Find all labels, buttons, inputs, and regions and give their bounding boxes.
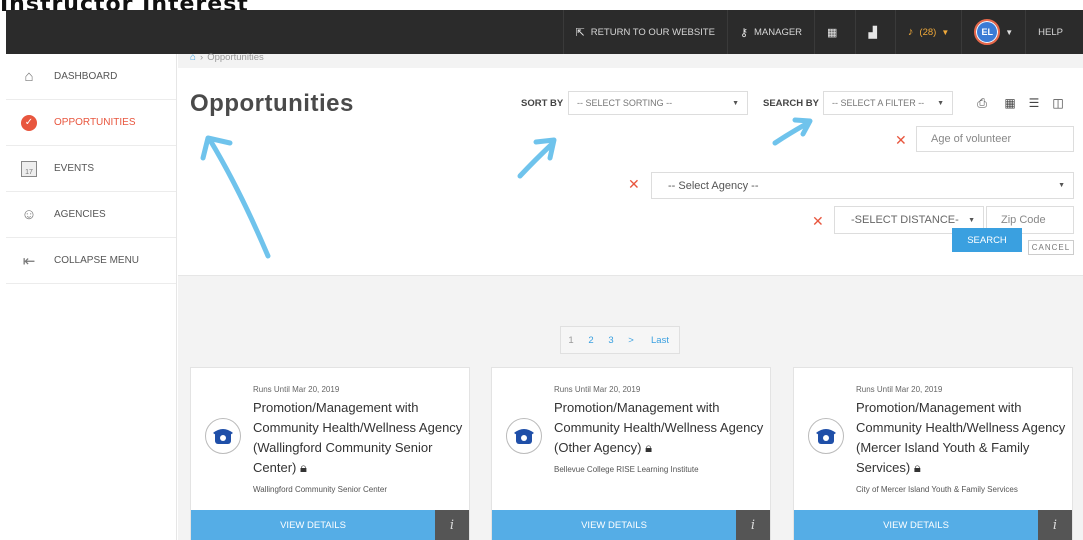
- external-link-icon: ⇱: [575, 26, 585, 39]
- calendar-icon: ▦: [827, 26, 838, 39]
- search-by-label: Search By: [763, 98, 819, 109]
- view-details-button[interactable]: View Details: [492, 510, 736, 540]
- chevron-down-icon: ▼: [732, 99, 739, 107]
- lock-icon: 🔒︎: [913, 460, 921, 475]
- agencies-icon: ☺: [21, 206, 37, 223]
- help-label: Help: [1038, 26, 1063, 38]
- card-date: Runs Until Mar 20, 2019: [253, 385, 340, 394]
- sidebar-item-collapse[interactable]: ⇤ Collapse Menu: [6, 238, 176, 284]
- breadcrumb-separator: ›: [200, 52, 204, 63]
- print-icon[interactable]: ⎙: [972, 93, 992, 113]
- card-footer: View Details i: [794, 510, 1072, 540]
- sidebar-item-label: Agencies: [54, 209, 106, 220]
- lock-icon: 🔒︎: [299, 460, 307, 475]
- opportunity-card[interactable]: Runs Until Mar 20, 2019 Promotion/Manage…: [190, 367, 470, 540]
- manager-label: Manager: [754, 26, 803, 38]
- home-icon[interactable]: ⌂: [190, 52, 196, 63]
- card-title[interactable]: Promotion/Management with Community Heal…: [554, 398, 764, 458]
- sidebar-item-label: Dashboard: [54, 71, 118, 82]
- pagination: 1 2 3 > Last: [560, 326, 680, 354]
- chevron-down-icon: ▼: [1005, 27, 1014, 37]
- clear-agency-icon[interactable]: ✕: [628, 176, 640, 193]
- check-circle-icon: ✓: [18, 114, 40, 132]
- agency-select[interactable]: -- Select Agency -- ▼: [651, 172, 1074, 199]
- chevron-down-icon: ▼: [968, 216, 975, 224]
- chevron-down-icon: ▼: [1058, 182, 1065, 189]
- card-footer: View Details i: [492, 510, 770, 540]
- manager-link[interactable]: ⚷ Manager: [726, 10, 814, 54]
- opportunity-card[interactable]: Runs Until Mar 20, 2019 Promotion/Manage…: [793, 367, 1073, 540]
- sidebar-item-events[interactable]: 17 Events: [6, 146, 176, 192]
- avatar: EL: [974, 19, 1001, 45]
- calendar-button[interactable]: ▦: [814, 10, 855, 54]
- phone-icon: [506, 418, 542, 454]
- last-page-button[interactable]: Last: [641, 327, 679, 353]
- grid-view-icon[interactable]: ▦: [1000, 93, 1020, 113]
- view-details-button[interactable]: View Details: [191, 510, 435, 540]
- info-button[interactable]: i: [1038, 510, 1072, 540]
- next-page-button[interactable]: >: [621, 327, 641, 353]
- chevron-down-icon: ▼: [941, 27, 950, 37]
- notifications-button[interactable]: ♪ (28) ▼: [894, 10, 961, 54]
- lock-icon: 🔒︎: [645, 440, 652, 455]
- sidebar-item-label: Events: [54, 163, 95, 174]
- list-view-icon[interactable]: ☰: [1024, 93, 1044, 113]
- reports-button[interactable]: ▟: [855, 10, 894, 54]
- phone-icon: [205, 418, 241, 454]
- return-label: Return to our website: [590, 26, 715, 38]
- card-date: Runs Until Mar 20, 2019: [554, 385, 641, 394]
- card-title[interactable]: Promotion/Management with Community Heal…: [253, 398, 463, 478]
- chart-icon: ▟: [868, 26, 877, 39]
- user-menu[interactable]: EL ▼: [961, 10, 1025, 54]
- info-button[interactable]: i: [435, 510, 469, 540]
- clear-age-icon[interactable]: ✕: [895, 132, 907, 149]
- filter-select[interactable]: -- SELECT A FILTER -- ▼: [823, 91, 953, 115]
- card-agency: Wallingford Community Senior Center: [253, 485, 387, 494]
- sidebar-item-opportunities[interactable]: ✓ Opportunities: [6, 100, 176, 146]
- card-agency: Bellevue College RISE Learning Institute: [554, 465, 699, 474]
- page-3[interactable]: 3: [601, 327, 621, 353]
- search-button[interactable]: Search: [952, 228, 1022, 252]
- page-title: Opportunities: [190, 90, 354, 117]
- card-title[interactable]: Promotion/Management with Community Heal…: [856, 398, 1066, 478]
- home-icon: ⌂: [24, 68, 34, 85]
- return-to-website-link[interactable]: ⇱ Return to our website: [562, 10, 727, 54]
- opportunity-card[interactable]: Runs Until Mar 20, 2019 Promotion/Manage…: [491, 367, 771, 540]
- sidebar: ⌂ Dashboard ✓ Opportunities 17 Events ☺ …: [6, 54, 177, 540]
- cancel-button[interactable]: Cancel: [1028, 240, 1074, 255]
- sidebar-item-dashboard[interactable]: ⌂ Dashboard: [6, 54, 176, 100]
- page-1[interactable]: 1: [561, 327, 581, 353]
- bell-icon: ♪: [907, 26, 914, 38]
- sidebar-item-agencies[interactable]: ☺ Agencies: [6, 192, 176, 238]
- card-footer: View Details i: [191, 510, 469, 540]
- card-agency: City of Mercer Island Youth & Family Ser…: [856, 485, 1018, 494]
- card-date: Runs Until Mar 20, 2019: [856, 385, 943, 394]
- key-icon: ⚷: [739, 26, 748, 39]
- info-button[interactable]: i: [736, 510, 770, 540]
- help-link[interactable]: Help: [1025, 10, 1075, 54]
- filter-panel: Opportunities Sort By -- SELECT SORTING …: [178, 68, 1083, 276]
- clear-distance-icon[interactable]: ✕: [812, 213, 824, 230]
- collapse-icon: ⇤: [22, 252, 36, 270]
- top-navbar: ⇱ Return to our website ⚷ Manager ▦ ▟ ♪ …: [6, 10, 1083, 54]
- screenshot-frame: Instructor Interest ⇱ Return to our webs…: [0, 0, 1083, 540]
- calendar-icon: 17: [18, 160, 40, 178]
- chevron-down-icon: ▼: [937, 99, 944, 107]
- page-2[interactable]: 2: [581, 327, 601, 353]
- main-content: Opportunities Sort By -- SELECT SORTING …: [178, 52, 1083, 540]
- phone-icon: [808, 418, 844, 454]
- notification-count: (28): [919, 26, 937, 38]
- sidebar-item-label: Opportunities: [54, 117, 136, 128]
- sidebar-item-label: Collapse Menu: [54, 255, 140, 266]
- breadcrumb-current: Opportunities: [207, 52, 264, 63]
- age-input[interactable]: Age of volunteer: [916, 126, 1074, 152]
- sort-select[interactable]: -- SELECT SORTING -- ▼: [568, 91, 748, 115]
- view-details-button[interactable]: View Details: [794, 510, 1038, 540]
- breadcrumb: ⌂ › Opportunities: [190, 52, 264, 63]
- map-view-icon[interactable]: ◫: [1048, 93, 1068, 113]
- sort-by-label: Sort By: [521, 98, 564, 109]
